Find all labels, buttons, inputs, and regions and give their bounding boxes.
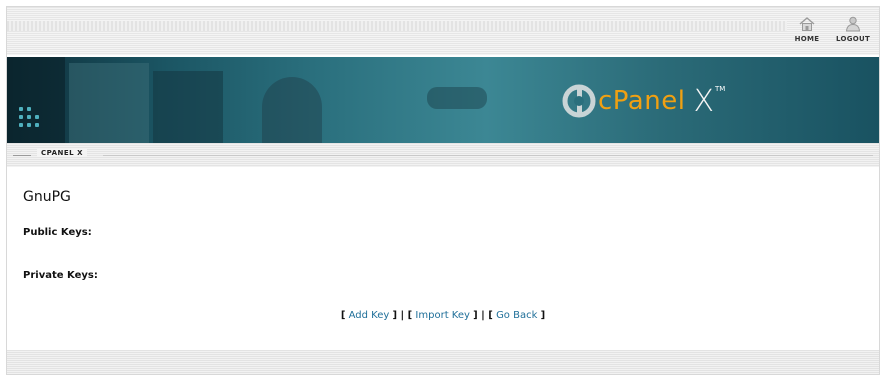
toolbar-stripe [7, 21, 787, 31]
bracket: [ [340, 310, 346, 321]
logout-button[interactable]: LOGOUT [833, 13, 873, 51]
user-icon [845, 16, 861, 32]
bracket: ] | [ [392, 310, 413, 321]
banner-decor [69, 63, 149, 143]
breadcrumb[interactable]: CPANEL X [37, 149, 87, 157]
logout-label: LOGOUT [835, 35, 871, 43]
top-toolbar: HOME LOGOUT [7, 7, 879, 55]
banner-decor [262, 77, 322, 143]
home-icon [799, 17, 815, 31]
import-key-link[interactable]: Import Key [415, 310, 470, 321]
breadcrumb-divider [13, 155, 31, 156]
cpanel-logo: cPanel X TM [562, 81, 725, 121]
cpanel-logo-icon [562, 84, 596, 118]
add-key-link[interactable]: Add Key [349, 310, 390, 321]
header-banner: cPanel X TM [7, 57, 879, 143]
banner-decor [153, 71, 223, 143]
banner-dots [19, 107, 47, 131]
page-title: GnuPG [23, 189, 71, 205]
page-frame: HOME LOGOUT cPanel X TM CPANEL X GnuPG P… [6, 6, 880, 375]
action-links: [ Add Key ] | [ Import Key ] | [ Go Back… [7, 310, 879, 321]
home-label: HOME [794, 35, 820, 43]
home-button[interactable]: HOME [787, 13, 827, 51]
footer-bar [7, 350, 879, 374]
trademark: TM [715, 85, 726, 93]
go-back-link[interactable]: Go Back [496, 310, 537, 321]
main-content: GnuPG Public Keys: Private Keys: [ Add K… [7, 167, 879, 350]
brand-wordmark: cPanel [598, 86, 686, 116]
private-keys-label: Private Keys: [23, 270, 98, 281]
banner-decor [427, 87, 487, 109]
public-keys-label: Public Keys: [23, 227, 92, 238]
brand-suffix: X [693, 83, 714, 119]
breadcrumb-divider [103, 155, 873, 156]
bracket: ] [540, 310, 546, 321]
bracket: ] | [ [473, 310, 493, 321]
breadcrumb-bar: CPANEL X [7, 143, 879, 167]
